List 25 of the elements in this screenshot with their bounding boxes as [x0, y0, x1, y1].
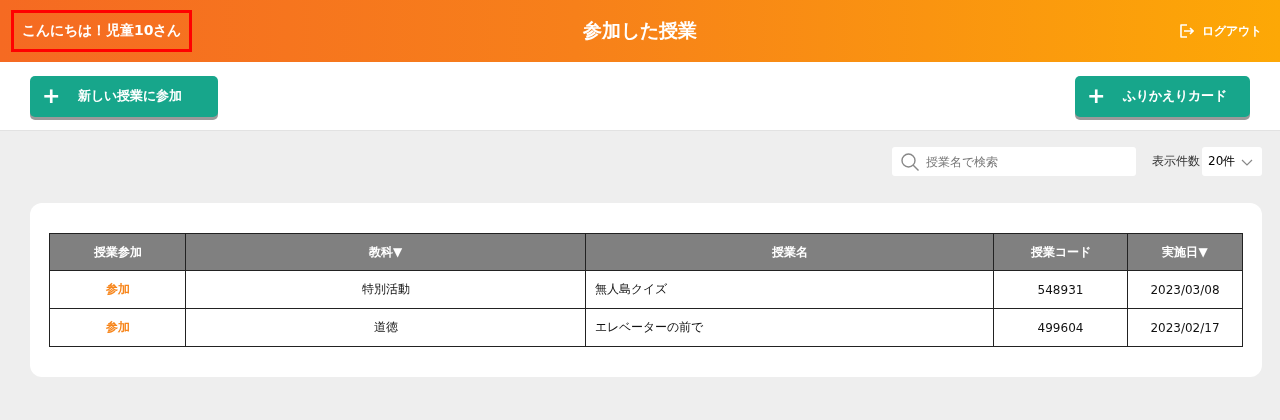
table-cell: 道徳	[185, 308, 586, 347]
chevron-down-icon	[1241, 159, 1254, 167]
search-field[interactable]: 授業名で検索	[892, 147, 1136, 176]
greeting-text: こんにちは！児童10さん	[11, 10, 193, 52]
logout-icon	[1178, 23, 1194, 39]
table-cell: 499604	[993, 308, 1128, 347]
page-size-label: 表示件数	[1152, 153, 1200, 170]
table-cell: エレベーターの前で	[585, 308, 994, 347]
column-header[interactable]: 授業参加	[49, 233, 186, 271]
page-title: 参加した授業	[583, 18, 697, 43]
table-cell: 548931	[993, 270, 1128, 309]
column-header[interactable]: 授業名	[585, 233, 994, 271]
column-header[interactable]: 授業コード	[993, 233, 1128, 271]
column-header[interactable]: 教科▼	[185, 233, 586, 271]
logout-link[interactable]: ログアウト	[1178, 22, 1262, 40]
add-button[interactable]: + ふりかえりカード	[1075, 75, 1250, 117]
table-cell: 2023/02/17	[1127, 308, 1243, 347]
join-link[interactable]: 参加	[105, 282, 130, 296]
add-button[interactable]: + 新しい授業に参加	[30, 75, 218, 117]
join-link[interactable]: 参加	[105, 320, 130, 334]
page-size-select[interactable]: 20件	[1202, 147, 1262, 176]
table-cell: 無人島クイズ	[585, 270, 994, 309]
table-cell: 2023/03/08	[1127, 270, 1243, 309]
column-header[interactable]: 実施日▼	[1127, 233, 1243, 271]
table-cell: 特別活動	[185, 270, 586, 309]
